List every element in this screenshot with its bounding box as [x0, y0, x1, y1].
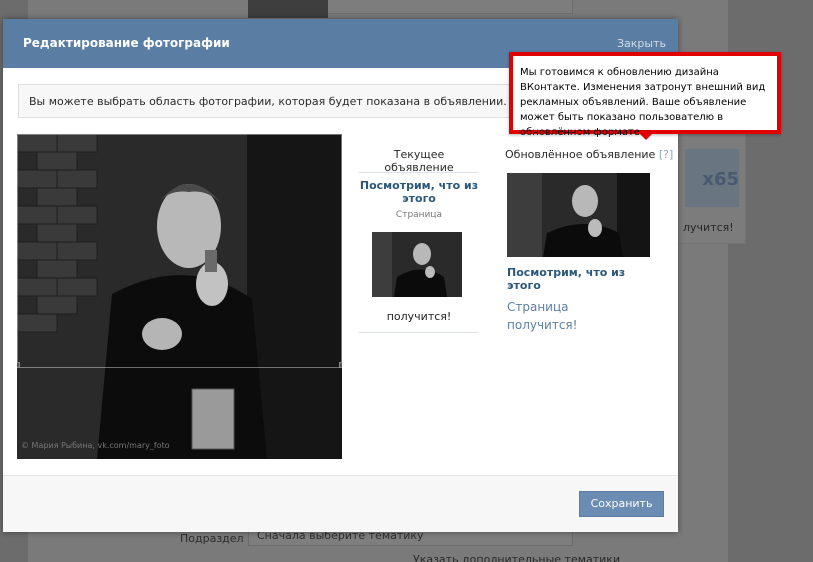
new-ad-header-label: Обновлённое объявление [505, 148, 656, 161]
modal-title: Редактирование фотографии [23, 36, 230, 50]
background-top-bar [248, 0, 328, 18]
close-link[interactable]: Закрыть [617, 37, 666, 50]
new-ad-text: получится! [507, 318, 578, 332]
photo-watermark: © Мария Рыбина, vk.com/mary_foto [21, 441, 170, 450]
background-row-label: Подраздел [180, 532, 244, 545]
background-row-link: Указать дополнительные тематики [413, 553, 621, 562]
new-ad-subtitle: Страница [507, 300, 569, 314]
background-ad-text: лучится! [683, 221, 734, 234]
crop-handle-right[interactable] [339, 362, 342, 368]
help-icon[interactable]: [?] [659, 148, 673, 161]
info-text: Вы можете выбрать область фотографии, ко… [29, 95, 507, 108]
current-ad-title[interactable]: Посмотрим, что из этого [358, 179, 480, 205]
current-ad-subtitle: Страница [395, 210, 443, 220]
photo-crop-area[interactable]: © Мария Рыбина, vk.com/mary_foto [17, 134, 342, 459]
crop-handle-left[interactable] [17, 362, 20, 368]
new-ad-preview: Обновлённое объявление [?] Посмотрим, чт… [503, 144, 673, 344]
current-ad-divider-top [358, 172, 478, 173]
new-ad-header: Обновлённое объявление [?] [505, 148, 673, 161]
tooltip-text: Мы готовимся к обновлению дизайна ВКонта… [520, 67, 766, 138]
tooltip-arrow [640, 134, 652, 140]
crop-selection[interactable] [17, 134, 342, 368]
background-ad-card: x65 лучится! [676, 130, 746, 244]
background-ad-image: x65 [685, 149, 739, 207]
current-ad-divider-bottom [358, 332, 478, 333]
modal-footer: Сохранить [3, 475, 678, 532]
current-ad-preview: Текущее объявление Посмотрим, что из это… [358, 144, 480, 334]
current-ad-header: Текущее объявление [384, 148, 454, 174]
info-box: Вы можете выбрать область фотографии, ко… [18, 84, 588, 118]
new-ad-title[interactable]: Посмотрим, что из этого [507, 266, 657, 292]
current-ad-image[interactable] [372, 232, 462, 297]
current-ad-text: получится! [386, 310, 452, 323]
design-update-tooltip: Мы готовимся к обновлению дизайна ВКонта… [509, 52, 781, 140]
new-ad-image[interactable] [507, 173, 650, 257]
save-button[interactable]: Сохранить [579, 491, 664, 517]
